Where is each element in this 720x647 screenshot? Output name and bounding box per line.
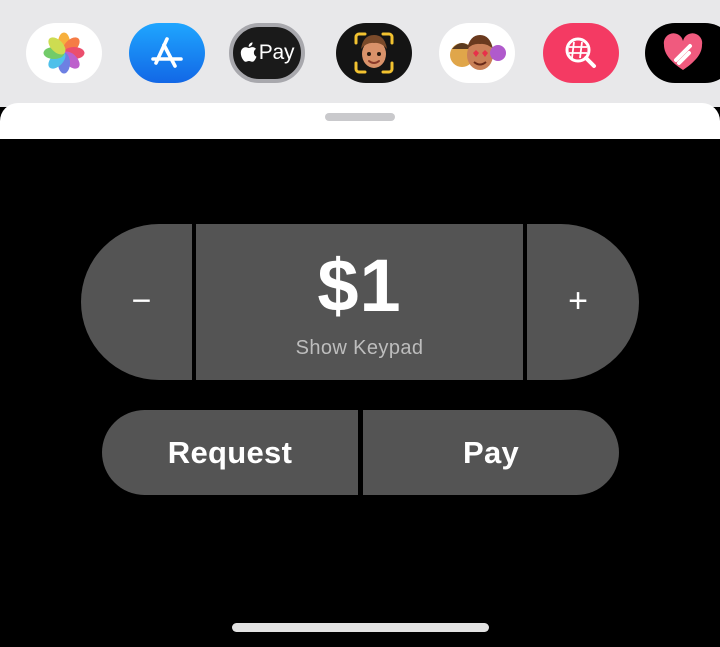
apple-pay-label: Pay (258, 41, 295, 64)
photos-app-button[interactable] (26, 23, 102, 83)
plus-icon: + (568, 282, 588, 320)
amount-value: $1 (317, 243, 402, 327)
apple-pay-button[interactable]: Pay (229, 23, 305, 83)
show-keypad-label: Show Keypad (295, 336, 424, 359)
sheet-header (0, 103, 720, 139)
pay-button-label: Pay (462, 434, 520, 470)
digital-touch-heart-icon (663, 33, 703, 70)
payment-actions: Request Pay (102, 410, 619, 495)
request-button-label: Request (167, 434, 293, 470)
sheet-grabber-handle[interactable] (325, 113, 395, 121)
images-search-button[interactable] (543, 23, 619, 83)
photos-pinwheel-icon (43, 32, 85, 74)
home-indicator[interactable] (232, 623, 489, 632)
amount-display[interactable]: $1 Show Keypad (196, 224, 523, 380)
memoji-camera-button[interactable] (336, 23, 412, 83)
memoji-stickers-icon (450, 35, 506, 70)
app-drawer: Pay (0, 0, 720, 107)
memoji-camera-icon (354, 32, 394, 74)
decrement-button[interactable]: − (81, 224, 192, 380)
apple-pay-icon: Pay (240, 41, 295, 65)
amount-stepper: − $1 Show Keypad + (81, 224, 639, 380)
app-store-icon (151, 37, 183, 68)
minus-icon: − (131, 282, 152, 320)
request-button[interactable]: Request (102, 410, 358, 495)
pay-button[interactable]: Pay (363, 410, 619, 495)
app-store-button[interactable] (129, 23, 205, 83)
memoji-stickers-button[interactable] (439, 23, 515, 83)
digital-touch-button[interactable] (645, 23, 720, 83)
apple-logo-icon (240, 41, 257, 62)
images-search-icon (565, 37, 596, 68)
increment-button[interactable]: + (527, 224, 639, 380)
